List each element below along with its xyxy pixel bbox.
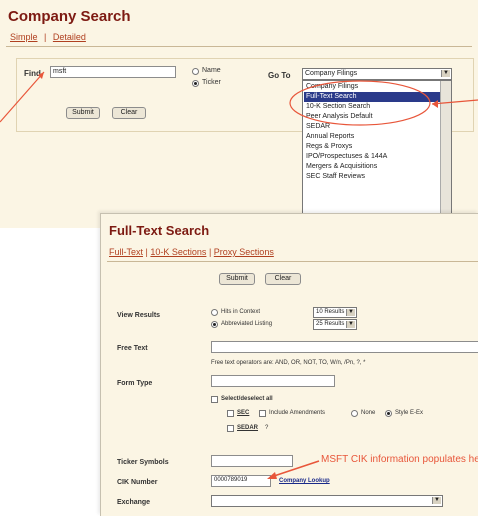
chevron-down-icon[interactable]: ▼ (346, 309, 355, 316)
detailed-link[interactable]: Detailed (53, 32, 86, 42)
annotation-overlay (0, 71, 478, 126)
divider (107, 261, 478, 262)
abbrev-count-select[interactable]: 25 Results ▼ (313, 319, 357, 330)
chevron-down-icon[interactable]: ▼ (346, 321, 355, 328)
free-text-label: Free Text (117, 345, 148, 352)
none-radio[interactable] (351, 410, 358, 417)
full-text-search-title: Full-Text Search (109, 223, 210, 238)
view-results-label: View Results (117, 312, 161, 319)
exchange-select[interactable]: ▼ (211, 495, 443, 507)
include-amendments-label: Include Amendments (269, 410, 326, 416)
sec-checkbox[interactable] (227, 410, 234, 417)
arrow-line-cik (270, 460, 320, 478)
chevron-down-icon[interactable]: ▼ (432, 497, 441, 504)
fts-clear-button[interactable]: Clear (265, 273, 301, 285)
style-radio[interactable] (385, 410, 392, 417)
sec-label[interactable]: SEC (237, 410, 249, 416)
tenk-sections-link[interactable]: 10-K Sections (150, 247, 206, 257)
company-search-nav: Simple | Detailed (10, 32, 90, 42)
hits-count-value: 10 Results (316, 309, 345, 315)
arrow-line-find (0, 71, 45, 123)
free-text-input[interactable] (211, 341, 478, 353)
abbreviated-listing-radio[interactable] (211, 321, 218, 328)
ticker-symbols-label: Ticker Symbols (117, 459, 169, 466)
sedar-help-icon[interactable]: ? (265, 425, 268, 431)
hits-in-context-radio[interactable] (211, 309, 218, 316)
dropdown-item[interactable]: Mergers & Acquisitions (306, 162, 377, 172)
divider (6, 46, 472, 47)
nav-separator: | (208, 247, 212, 257)
form-type-input[interactable] (211, 375, 335, 387)
arrow-head-cik (267, 472, 277, 479)
cik-number-label: CIK Number (117, 479, 158, 486)
exchange-label: Exchange (117, 499, 151, 506)
arrow-line-dropdown (431, 99, 478, 105)
form-type-label: Form Type (117, 380, 153, 387)
select-all-label: Select/deselect all (221, 396, 273, 402)
arrow-head-dropdown (432, 100, 438, 108)
annotation-arrow (267, 460, 320, 479)
select-all-checkbox[interactable] (211, 396, 218, 403)
dropdown-item[interactable]: SEC Staff Reviews (306, 172, 365, 182)
full-text-search-nav: Full-Text | 10-K Sections | Proxy Sectio… (109, 247, 274, 257)
company-search-panel: Company Search Simple | Detailed Find ms… (0, 0, 478, 228)
dropdown-item[interactable]: IPO/Prospectuses & 144A (306, 152, 387, 162)
abbreviated-listing-label: Abbreviated Listing (221, 321, 273, 327)
style-radio-label: Style E-Ex (395, 410, 424, 416)
sedar-label[interactable]: SEDAR (237, 425, 258, 431)
proxy-sections-link[interactable]: Proxy Sections (214, 247, 274, 257)
dropdown-item[interactable]: Regs & Proxys (306, 142, 352, 152)
full-text-search-panel: Full-Text Search Full-Text | 10-K Sectio… (100, 213, 478, 516)
dropdown-item[interactable]: Annual Reports (306, 132, 354, 142)
hits-in-context-label: Hits in Context (221, 309, 261, 315)
simple-link[interactable]: Simple (10, 32, 38, 42)
company-search-title: Company Search (8, 8, 131, 25)
fts-submit-button[interactable]: Submit (219, 273, 255, 285)
full-text-link[interactable]: Full-Text (109, 247, 143, 257)
nav-separator: | (44, 32, 47, 42)
operators-hint: Free text operators are: AND, OR, NOT, T… (211, 360, 366, 366)
include-amendments-checkbox[interactable] (259, 410, 266, 417)
cik-annotation: MSFT CIK information populates here (321, 454, 478, 465)
sedar-checkbox[interactable] (227, 425, 234, 432)
abbrev-count-value: 25 Results (316, 321, 345, 327)
none-radio-label: None (361, 410, 376, 416)
highlight-ellipse (289, 80, 431, 126)
hits-count-select[interactable]: 10 Results ▼ (313, 307, 357, 318)
nav-separator: | (145, 247, 148, 257)
